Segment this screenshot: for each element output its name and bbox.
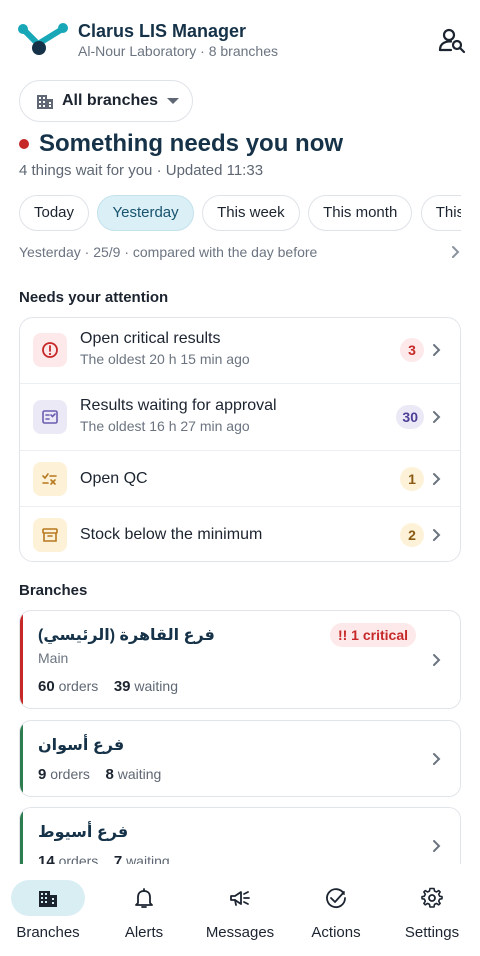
orders-label: orders	[58, 678, 99, 694]
alert-headline: Something needs you now	[19, 130, 343, 158]
count-badge: 1	[400, 467, 424, 491]
alert-circle-icon	[33, 333, 67, 367]
orders-count: 60	[38, 678, 55, 695]
attention-item-subtitle: The oldest 16 h 27 min ago	[80, 418, 250, 434]
critical-badge: !! 1 critical	[329, 623, 416, 647]
waiting-label: waiting	[134, 678, 178, 694]
chip-today[interactable]: Today	[19, 195, 90, 231]
branch-stats: 9 orders 8 waiting	[38, 766, 161, 783]
chevron-right-icon	[433, 840, 441, 852]
nav-alerts[interactable]: Alerts	[96, 864, 192, 956]
chevron-right-icon	[433, 411, 441, 423]
nav-actions[interactable]: Actions	[288, 864, 384, 956]
app-header: Clarus LIS Manager Al-Nour Laboratory · …	[0, 0, 480, 70]
count-badge: 2	[400, 523, 424, 547]
chevron-right-icon	[433, 654, 441, 666]
orders-count: 9	[38, 766, 47, 783]
attention-item-title: Stock below the minimum	[80, 526, 263, 543]
branch-card[interactable]: فرع أسوان 9 orders 8 waiting	[19, 720, 461, 797]
nav-label: Alerts	[124, 924, 164, 941]
attention-item-critical-results[interactable]: Open critical results The oldest 20 h 15…	[20, 318, 460, 383]
chevron-right-icon	[433, 753, 441, 765]
chip-yesterday[interactable]: Yesterday	[97, 195, 194, 231]
nav-label: Branches	[16, 924, 80, 941]
branch-name: فرع القاهرة (الرئيسي)	[38, 627, 215, 644]
chevron-right-icon	[433, 344, 441, 356]
count-badge: 30	[396, 405, 424, 429]
branches-section-title: Branches	[19, 582, 88, 599]
count-badge: 3	[400, 338, 424, 362]
nav-branches[interactable]: Branches	[0, 864, 96, 956]
branch-selector[interactable]: All branches	[19, 80, 193, 122]
waiting-label: waiting	[117, 766, 162, 782]
attention-item-stock[interactable]: Stock below the minimum 2	[20, 506, 460, 561]
nav-settings[interactable]: Settings	[384, 864, 480, 956]
branch-name: فرع أسوان	[38, 737, 125, 754]
status-dot-icon	[19, 139, 29, 149]
user-search-icon[interactable]	[438, 26, 466, 54]
nav-messages[interactable]: Messages	[192, 864, 288, 956]
clarus-logo-icon	[18, 23, 68, 55]
attention-item-title: Open QC	[80, 470, 148, 487]
nav-label: Messages	[205, 924, 275, 941]
alert-subtitle: 4 things wait for you · Updated 11:33	[19, 162, 264, 179]
bottom-navigation: Branches Alerts Messages Actions Setting…	[0, 864, 480, 956]
period-summary: Yesterday · 25/9 · compared with the day…	[19, 244, 318, 260]
period-chips: Today Yesterday This week This month Thi…	[19, 195, 461, 233]
alert-title: Something needs you now	[39, 130, 344, 157]
megaphone-icon	[214, 880, 266, 916]
chevron-right-icon	[433, 529, 441, 541]
branch-card[interactable]: فرع القاهرة (الرئيسي) Main !! 1 critical…	[19, 610, 461, 709]
attention-item-open-qc[interactable]: Open QC 1	[20, 450, 460, 506]
attention-list: Open critical results The oldest 20 h 15…	[19, 317, 461, 562]
chevron-right-icon	[452, 246, 460, 258]
app-subtitle: Al-Nour Laboratory · 8 branches	[78, 43, 278, 59]
chip-this-month[interactable]: This month	[308, 195, 413, 231]
attention-item-approval[interactable]: Results waiting for approval The oldest …	[20, 383, 460, 450]
waiting-count: 39	[113, 678, 131, 695]
waiting-count: 8	[105, 766, 114, 783]
check-circle-icon	[310, 880, 362, 916]
branch-stats: 60 orders 39 waiting	[38, 678, 178, 695]
status-bar	[20, 721, 23, 796]
app-title: Clarus LIS Manager	[78, 21, 247, 41]
attention-item-subtitle: The oldest 20 h 15 min ago	[80, 351, 250, 367]
nav-label: Actions	[311, 924, 361, 941]
orders-label: orders	[50, 766, 90, 782]
chip-this-week[interactable]: This week	[202, 195, 300, 231]
qc-checklist-icon	[33, 462, 67, 496]
gear-icon	[406, 880, 458, 916]
attention-section-title: Needs your attention	[19, 289, 169, 306]
nav-label: Settings	[404, 924, 460, 941]
attention-item-title: Results waiting for approval	[80, 397, 277, 414]
status-bar	[20, 611, 23, 708]
chevron-right-icon	[433, 473, 441, 485]
archive-box-icon	[33, 518, 67, 552]
period-summary-row[interactable]: Yesterday · 25/9 · compared with the day…	[19, 242, 461, 262]
branch-role: Main	[38, 650, 69, 666]
buildings-icon	[11, 880, 85, 916]
building-icon	[37, 95, 53, 109]
branch-name: فرع أسيوط	[38, 824, 129, 841]
approval-list-icon	[33, 400, 67, 434]
branch-selector-label: All branches	[62, 92, 159, 109]
chip-this-year[interactable]: This year	[420, 195, 461, 231]
bell-icon	[118, 880, 170, 916]
attention-item-title: Open critical results	[80, 330, 221, 347]
caret-down-icon	[167, 98, 180, 104]
